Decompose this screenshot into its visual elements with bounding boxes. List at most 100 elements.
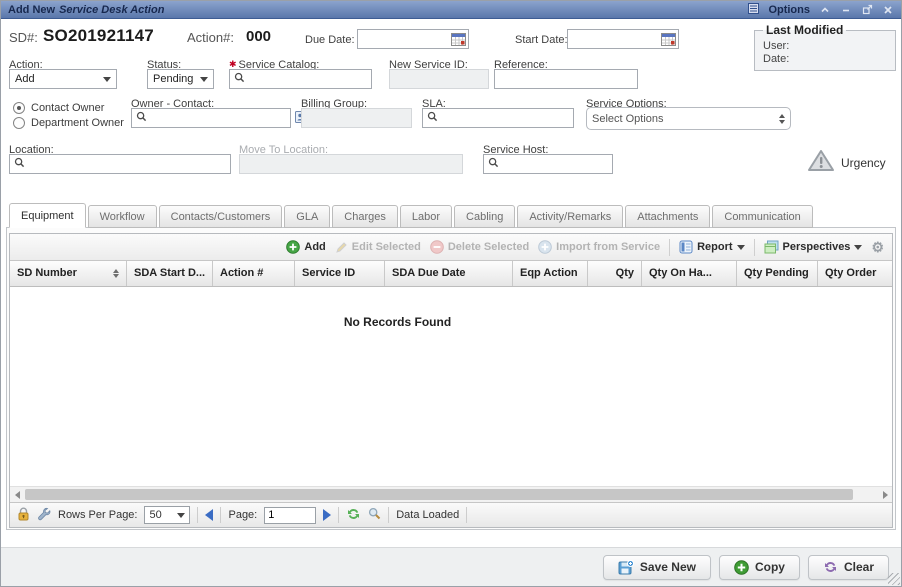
clear-button[interactable]: Clear (808, 555, 889, 580)
collapse-button[interactable] (819, 4, 831, 16)
scrollbar-thumb[interactable] (25, 489, 853, 500)
previous-page-button[interactable] (205, 509, 213, 521)
tab-labor[interactable]: Labor (400, 205, 452, 228)
footer-bar: Save New Copy Clear (1, 548, 901, 586)
action-select[interactable]: Add (9, 69, 117, 89)
due-date-label: Due Date: (305, 34, 355, 46)
required-asterisk-icon: ✱ (229, 59, 237, 69)
billing-group-input (302, 109, 411, 127)
tab-activity-remarks[interactable]: Activity/Remarks (517, 205, 623, 228)
owner-contact-input[interactable] (147, 109, 290, 127)
tab-equipment[interactable]: Equipment (9, 203, 86, 228)
due-date-field (357, 29, 469, 49)
status-select[interactable]: Pending (147, 69, 214, 89)
lock-icon[interactable] (17, 507, 30, 524)
department-owner-radio[interactable]: Department Owner (13, 117, 124, 129)
options-button[interactable]: Options (768, 4, 810, 16)
tab-attachments[interactable]: Attachments (625, 205, 710, 228)
close-button[interactable] (882, 4, 894, 16)
chevron-down-icon (200, 77, 208, 82)
rows-per-page-label: Rows Per Page: (58, 509, 137, 521)
page-label: Page: (228, 509, 257, 521)
last-modified-box: Last Modified User: Date: (754, 23, 896, 71)
radio-unselected-icon[interactable] (13, 117, 25, 129)
service-host-input[interactable] (499, 155, 612, 173)
reference-field (494, 69, 638, 89)
column-header-action-number[interactable]: Action # (213, 261, 295, 286)
service-desk-action-window: Add NewService Desk Action Options SD#: … (0, 0, 902, 587)
column-header-qty-on-hand[interactable]: Qty On Ha... (642, 261, 737, 286)
rows-per-page-select[interactable]: 50 (144, 506, 190, 524)
horizontal-scrollbar[interactable] (10, 486, 892, 502)
sd-number-value: SO201921147 (43, 26, 154, 46)
sort-icon[interactable] (113, 269, 119, 278)
column-header-qty[interactable]: Qty (588, 261, 642, 286)
location-input[interactable] (25, 155, 230, 173)
resize-grip[interactable] (888, 573, 900, 585)
urgency-indicator[interactable]: Urgency (807, 149, 886, 176)
window-title: Add NewService Desk Action (8, 4, 164, 16)
service-catalog-field (229, 69, 372, 89)
edit-selected-button: Edit Selected (335, 241, 421, 254)
pager-separator (338, 507, 339, 523)
sla-input[interactable] (438, 109, 573, 127)
last-modified-date-label: Date: (763, 53, 887, 65)
column-header-eqp-action[interactable]: Eqp Action (513, 261, 588, 286)
radio-selected-icon[interactable] (13, 102, 25, 114)
tab-cabling[interactable]: Cabling (454, 205, 515, 228)
column-header-sda-due-date[interactable]: SDA Due Date (385, 261, 513, 286)
contact-owner-radio[interactable]: Contact Owner (13, 102, 104, 114)
popout-button[interactable] (861, 4, 873, 16)
report-button[interactable]: Report (679, 240, 744, 254)
perspectives-icon (764, 240, 779, 254)
save-icon (618, 560, 634, 575)
service-catalog-input[interactable] (245, 70, 371, 88)
tab-contacts-customers[interactable]: Contacts/Customers (159, 205, 283, 228)
tab-gla[interactable]: GLA (284, 205, 330, 228)
location-field (9, 154, 231, 174)
column-header-qty-pending[interactable]: Qty Pending (737, 261, 818, 286)
column-header-sd-number[interactable]: SD Number (10, 261, 127, 286)
action-number-label: Action#: (187, 30, 234, 45)
tab-communication[interactable]: Communication (712, 205, 812, 228)
grid-body: No Records Found (10, 287, 892, 486)
grid-toolbar: Add Edit Selected Delete Selected Import… (10, 234, 892, 261)
minimize-button[interactable] (840, 4, 852, 16)
due-date-calendar-icon[interactable] (451, 32, 466, 49)
refresh-icon[interactable] (346, 507, 361, 524)
add-button[interactable]: Add (286, 240, 325, 254)
tab-charges[interactable]: Charges (332, 205, 398, 228)
last-modified-title: Last Modified (763, 23, 846, 37)
column-header-qty-ordered[interactable]: Qty Order (818, 261, 892, 286)
wrench-icon[interactable] (37, 507, 51, 524)
page-number-input[interactable] (264, 507, 316, 524)
action-select-value: Add (15, 73, 103, 85)
start-date-calendar-icon[interactable] (661, 32, 676, 49)
tab-workflow[interactable]: Workflow (88, 205, 157, 228)
save-new-button[interactable]: Save New (603, 555, 711, 580)
next-page-button[interactable] (323, 509, 331, 521)
grid-settings-gear-icon[interactable]: ⚙ (871, 240, 884, 254)
column-header-service-id[interactable]: Service ID (295, 261, 385, 286)
chevron-down-icon (103, 77, 111, 82)
up-down-arrows-icon (779, 114, 785, 124)
service-options-select[interactable]: Select Options (586, 107, 791, 130)
toolbar-separator (754, 239, 755, 256)
search-records-icon[interactable] (368, 507, 381, 523)
scroll-right-arrow[interactable] (879, 489, 891, 501)
move-to-location-field (239, 154, 463, 174)
window-title-prefix: Add New (8, 4, 55, 16)
import-from-service-button: Import from Service (538, 240, 660, 254)
chevron-down-icon (177, 513, 185, 518)
status-select-value: Pending (153, 73, 200, 85)
copy-button[interactable]: Copy (719, 555, 800, 580)
toolbar-separator (669, 239, 670, 256)
perspectives-button[interactable]: Perspectives (764, 240, 863, 254)
billing-group-field (301, 108, 412, 128)
start-date-label: Start Date: (515, 34, 568, 46)
chevron-down-icon (854, 245, 862, 250)
reference-input[interactable] (495, 70, 637, 88)
scroll-left-arrow[interactable] (11, 489, 23, 501)
column-header-sda-start-date[interactable]: SDA Start D... (127, 261, 213, 286)
options-menu-icon (748, 3, 759, 17)
